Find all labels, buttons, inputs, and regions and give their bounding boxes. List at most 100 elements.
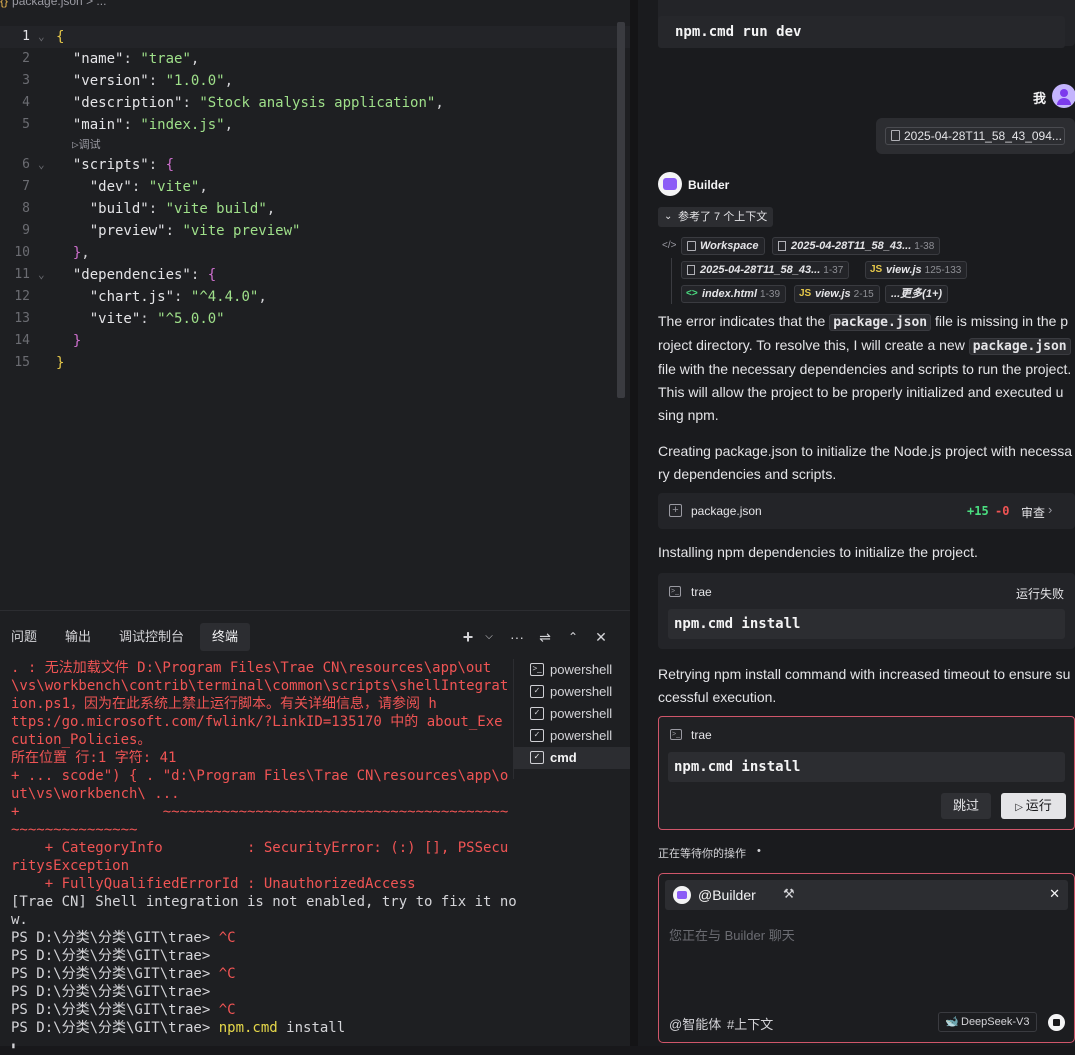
close-panel-icon[interactable]: ✕ (591, 627, 611, 647)
code-line[interactable]: 3 "version": "1.0.0", (0, 70, 630, 92)
close-icon[interactable]: ✕ (1049, 886, 1060, 902)
review-button[interactable]: 审查 (1021, 504, 1045, 521)
terminal-cursor: ▮ (11, 1041, 16, 1050)
context-chip-js[interactable]: JS view.js 125-133 (865, 261, 968, 279)
context-button[interactable]: #上下文 (727, 1014, 773, 1033)
file-change-card[interactable]: + package.json +15 -0 审查 › (658, 493, 1075, 529)
code-line[interactable]: 14 } (0, 330, 630, 352)
terminal-line: ion.ps1，因为在此系统上禁止运行脚本。有关详细信息，请参阅 h (11, 696, 437, 712)
more-icon[interactable]: ··· (507, 627, 527, 647)
agent-mention-bar: @Builder ⚒ ✕ (665, 880, 1068, 910)
assistant-message: Installing npm dependencies to initializ… (658, 544, 978, 560)
lines-removed: -0 (995, 504, 1010, 518)
agent-button[interactable]: @智能体 (669, 1014, 721, 1033)
code-line[interactable]: 7 "dev": "vite", (0, 176, 630, 198)
code-line[interactable]: 11 ⌄ "dependencies": { (0, 264, 630, 286)
context-chip-js[interactable]: JS view.js 2-15 (794, 285, 880, 303)
context-chip-workspace[interactable]: Workspace (681, 237, 765, 255)
assistant-message: The error indicates that the package.jso… (658, 313, 1072, 423)
terminal-list-item[interactable]: ✓ powershell (514, 681, 630, 703)
code-line[interactable]: 13 "vite": "^5.0.0" (0, 308, 630, 330)
terminal-list-item[interactable]: ✓ cmd (514, 747, 630, 769)
context-chip-html[interactable]: <> index.html 1-39 (681, 285, 787, 303)
code-text: "chart.js": "^4.4.0", (89, 289, 267, 305)
terminal-line: + FullyQualifiedErrorId : UnauthorizedAc… (11, 876, 416, 892)
terminal-line: ~~~~~~~~~~~~~~~ (11, 822, 138, 838)
terminal-prompt-line: PS D:\分类\分类\GIT\trae> (11, 984, 211, 1000)
code-text: }, (72, 245, 90, 261)
code-text: "build": "vite build", (89, 201, 276, 217)
terminal-line: 所在位置 行:1 字符: 41 (11, 750, 177, 766)
terminal-icon: >_ (670, 729, 682, 740)
code-editor[interactable]: 1 ⌄{2 "name": "trae", 3 "version": "1.0.0"… (0, 26, 630, 606)
breadcrumb[interactable]: {} package.json > ... (0, 0, 106, 10)
command-card-pending: >_ trae npm.cmd install 跳过 ▷ 运行 (658, 716, 1075, 830)
attached-file-chip[interactable]: 2025-04-28T11_58_43_094... (885, 127, 1065, 145)
terminal-list-label: cmd (550, 750, 577, 765)
fold-chevron-icon[interactable]: ⌄ (38, 26, 45, 48)
chevron-down-icon[interactable]: ⌵ (479, 627, 499, 647)
new-terminal-icon[interactable]: + (458, 627, 478, 647)
run-button[interactable]: ▷ 运行 (1001, 793, 1066, 819)
terminal-list-item[interactable]: ✓ powershell (514, 703, 630, 725)
tab-output[interactable]: 输出 (65, 623, 91, 651)
stop-button[interactable] (1048, 1014, 1065, 1031)
code-icon: </> (662, 240, 677, 251)
panel-divider[interactable] (630, 0, 638, 1046)
agent-mention[interactable]: @Builder (698, 887, 756, 903)
skip-button[interactable]: 跳过 (941, 793, 991, 819)
command-text: npm.cmd install (668, 752, 1065, 782)
terminal-check-icon: ✓ (530, 751, 544, 764)
terminal-prompt-line: PS D:\分类\分类\GIT\trae> npm.cmd install (11, 1020, 346, 1036)
context-toggle[interactable]: ⌄ 参考了 7 个上下文 (658, 207, 774, 227)
code-line[interactable]: 4 "description": "Stock analysis applica… (0, 92, 630, 114)
model-selector[interactable]: 🐋 DeepSeek-V3 (938, 1012, 1037, 1032)
context-chip-file[interactable]: 2025-04-28T11_58_43... 1-37 (681, 261, 850, 279)
terminal-check-icon: ✓ (530, 729, 544, 742)
inline-code: package.json (829, 314, 932, 331)
tab-debug-console[interactable]: 调试控制台 (119, 623, 184, 651)
terminal-icon: >_ (530, 663, 544, 676)
code-line[interactable]: 12 "chart.js": "^4.4.0", (0, 286, 630, 308)
html-file-icon: <> (686, 288, 698, 299)
chevron-right-icon: › (1048, 502, 1053, 517)
fold-chevron-icon[interactable]: ⌄ (38, 154, 45, 176)
terminal-line: w. (11, 912, 28, 928)
codelens-debug[interactable]: ▷调试 (72, 136, 101, 154)
code-text: { (56, 29, 65, 45)
code-line[interactable]: 2 "name": "trae", (0, 48, 630, 70)
terminal-check-icon: ✓ (530, 707, 544, 720)
terminal-output[interactable]: . : 无法加载文件 D:\Program Files\Trae CN\reso… (11, 659, 517, 1050)
stop-icon (1053, 1019, 1060, 1026)
deepseek-icon: 🐋 (945, 1016, 959, 1028)
code-line[interactable]: 9 "preview": "vite preview" (0, 220, 630, 242)
terminal-list-item[interactable]: ✓ powershell (514, 725, 630, 747)
fold-chevron-icon[interactable]: ⌄ (38, 264, 45, 286)
code-line[interactable]: 6 ⌄ "scripts": { (0, 154, 630, 176)
tab-terminal[interactable]: 终端 (200, 623, 251, 651)
terminal-list-item[interactable]: >_ powershell (514, 659, 630, 681)
context-more[interactable]: ...更多(1+) (885, 285, 949, 303)
editor-scrollbar[interactable] (617, 22, 625, 398)
maximize-panel-icon[interactable]: ⌃ (563, 627, 583, 647)
js-file-icon: JS (870, 264, 883, 275)
code-line[interactable]: 8 "build": "vite build", (0, 198, 630, 220)
tab-problems[interactable]: 问题 (11, 623, 37, 651)
code-text: "main": "index.js", (72, 117, 234, 133)
code-line[interactable]: 1 ⌄ { (0, 26, 630, 48)
code-text: } (56, 355, 65, 371)
chat-input[interactable]: 您正在与 Builder 聊天 (669, 925, 795, 944)
code-text: "version": "1.0.0", (72, 73, 234, 89)
top-command: npm.cmd run dev (658, 16, 1065, 48)
tools-icon[interactable]: ⚒ (783, 886, 795, 902)
json-file-icon: {} (0, 0, 9, 8)
code-line[interactable]: 5 "main": "index.js", (0, 114, 630, 136)
code-line[interactable]: 10 }, (0, 242, 630, 264)
line-number: 3 (22, 73, 30, 88)
line-number: 7 (22, 179, 30, 194)
split-terminal-icon[interactable]: ⇌ (535, 627, 555, 647)
context-chip-file[interactable]: 2025-04-28T11_58_43... 1-38 (772, 237, 941, 255)
code-line[interactable]: 15} (0, 352, 630, 374)
bottom-panel: 问题 输出 调试控制台 终端 + ⌵ ··· ⇌ ⌃ ✕ . : 无法加载文件 … (0, 610, 630, 1050)
file-icon (687, 265, 695, 275)
